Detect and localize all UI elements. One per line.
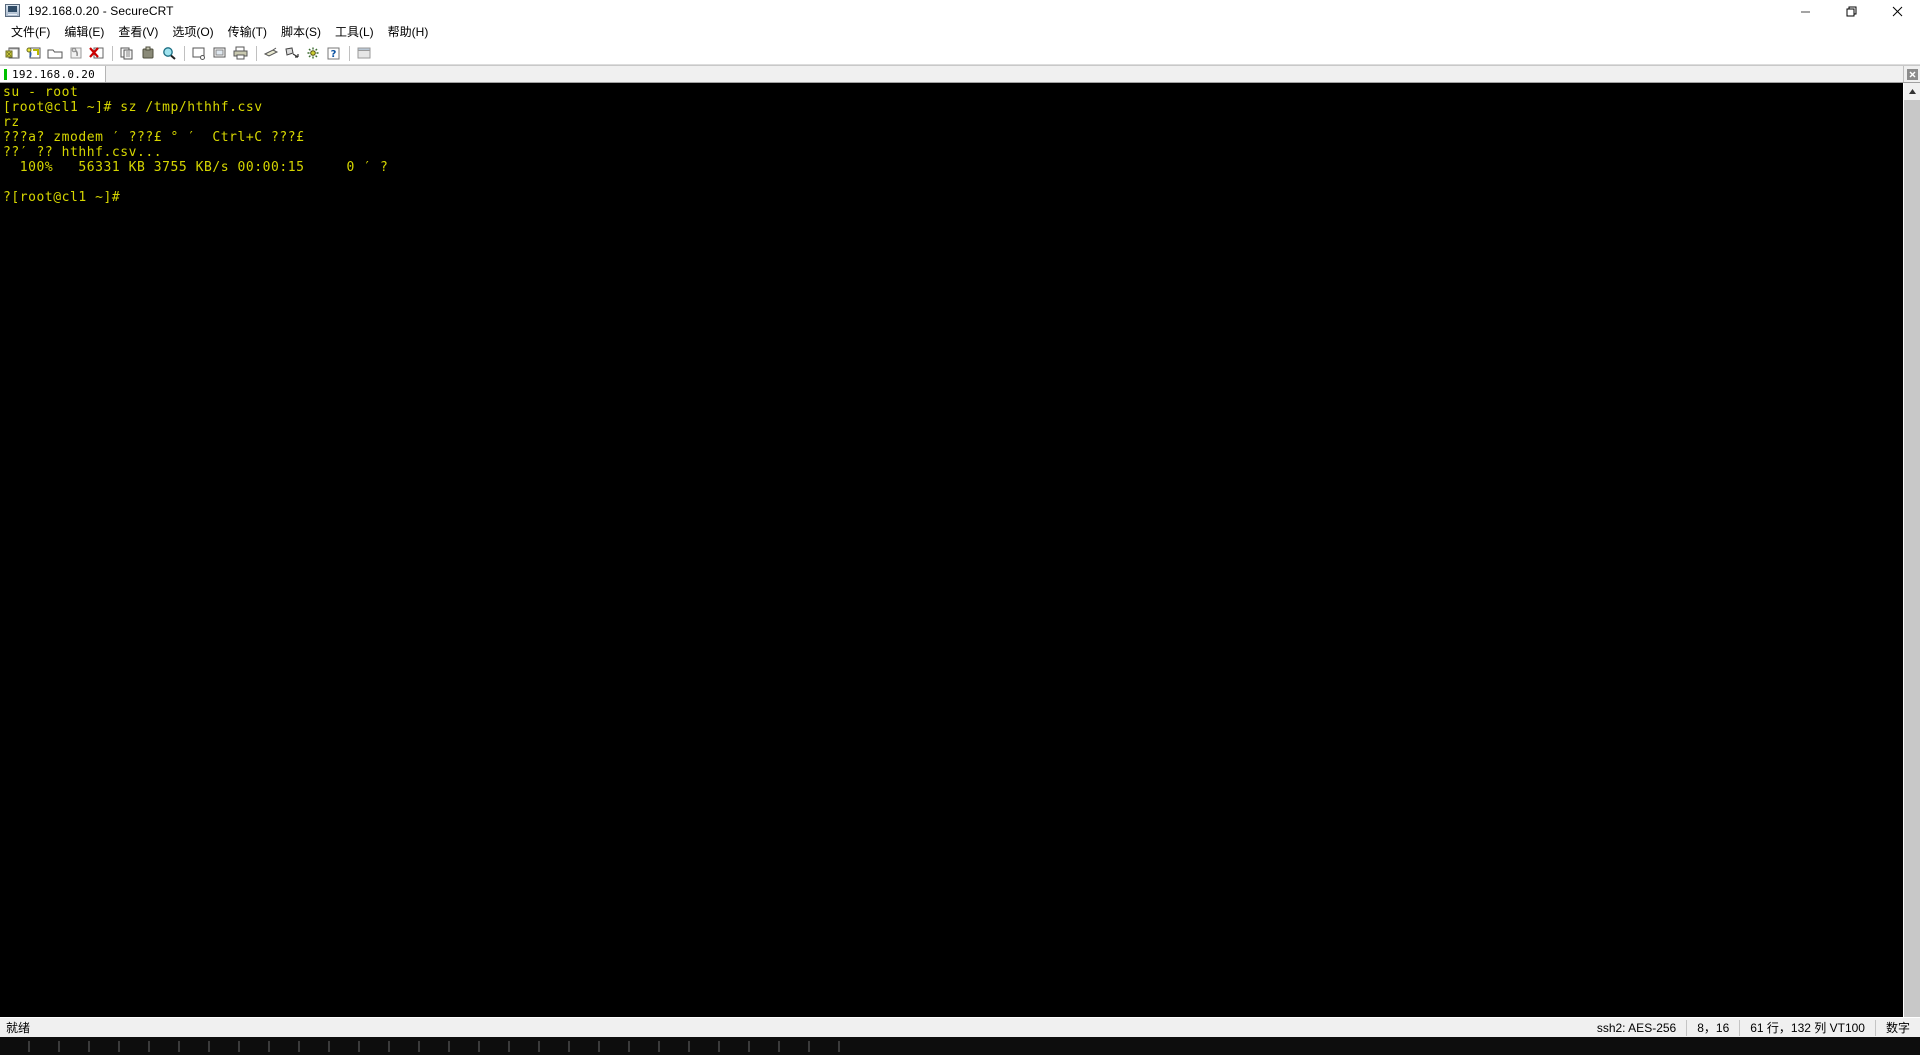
toolbar-separator: [349, 46, 350, 61]
title-bar[interactable]: 192.168.0.20 - SecureCRT: [0, 0, 1920, 22]
toolbar: ?: [0, 43, 1920, 65]
menu-bar: 文件(F) 编辑(E) 查看(V) 选项(O) 传输(T) 脚本(S) 工具(L…: [0, 22, 1920, 43]
taskbar-tick: [478, 1040, 480, 1052]
menu-help[interactable]: 帮助(H): [381, 23, 436, 43]
scrollbar-track[interactable]: [1904, 100, 1920, 1017]
quick-connect-icon[interactable]: [66, 44, 86, 63]
session-tab-bar: 192.168.0.20: [0, 65, 1920, 83]
toolbar-separator: [184, 46, 185, 61]
copy-icon[interactable]: [117, 44, 137, 63]
new-session-icon[interactable]: [3, 44, 23, 63]
menu-script[interactable]: 脚本(S): [274, 23, 328, 43]
find-icon[interactable]: [159, 44, 179, 63]
taskbar-tick: [58, 1040, 60, 1052]
session-tab-label: 192.168.0.20: [12, 67, 96, 81]
taskbar-tick: [448, 1040, 450, 1052]
terminal-line: ???a? zmodem ′ ???£ ° ′ Ctrl+C ???£: [3, 130, 305, 145]
taskbar-tick: [598, 1040, 600, 1052]
taskbar-tick: [838, 1040, 840, 1052]
status-cursor-position: 8，16: [1686, 1019, 1739, 1036]
terminal-scrollbar[interactable]: [1903, 83, 1920, 1017]
tab-status-indicator-icon: [4, 68, 7, 80]
securecrt-app-icon: [5, 3, 21, 19]
window-title: 192.168.0.20 - SecureCRT: [28, 4, 174, 18]
terminal-screen[interactable]: su - root [root@cl1 ~]# sz /tmp/hthhf.cs…: [0, 83, 1903, 1017]
taskbar-tick: [238, 1040, 240, 1052]
taskbar-tick: [718, 1040, 720, 1052]
taskbar-tick: [778, 1040, 780, 1052]
print-icon[interactable]: [231, 44, 251, 63]
status-protocol: ssh2: AES-256: [1596, 1020, 1677, 1035]
taskbar-tick: [508, 1040, 510, 1052]
menu-view[interactable]: 查看(V): [111, 23, 165, 43]
menu-file[interactable]: 文件(F): [4, 23, 57, 43]
print-screen-icon[interactable]: [210, 44, 230, 63]
status-bar: 就绪 ssh2: AES-256 8，16 61 行，132 列 VT100 数…: [0, 1017, 1920, 1037]
menu-edit[interactable]: 编辑(E): [57, 23, 111, 43]
status-ready-text: 就绪: [6, 1021, 31, 1035]
desktop-taskbar-strip: [0, 1037, 1920, 1055]
taskbar-tick: [388, 1040, 390, 1052]
taskbar-tick: [328, 1040, 330, 1052]
close-tab-icon[interactable]: [1903, 66, 1920, 82]
taskbar-tick: [178, 1040, 180, 1052]
menu-tools[interactable]: 工具(L): [328, 23, 381, 43]
open-folder-icon[interactable]: [45, 44, 65, 63]
terminal-area: su - root [root@cl1 ~]# sz /tmp/hthhf.cs…: [0, 83, 1920, 1017]
terminal-line: ??′ ?? hthhf.csv...: [3, 145, 163, 160]
terminal-line: [root@cl1 ~]# sz /tmp/hthhf.csv: [3, 100, 263, 115]
maximize-restore-button[interactable]: [1828, 0, 1874, 22]
disconnect-icon[interactable]: [87, 44, 107, 63]
taskbar-tick: [118, 1040, 120, 1052]
taskbar-tick: [418, 1040, 420, 1052]
taskbar-tick: [658, 1040, 660, 1052]
taskbar-tick: [358, 1040, 360, 1052]
transfer-receive-icon[interactable]: [261, 44, 281, 63]
menu-options[interactable]: 选项(O): [165, 23, 220, 43]
taskbar-tick: [688, 1040, 690, 1052]
connect-icon[interactable]: [24, 44, 44, 63]
session-tab[interactable]: 192.168.0.20: [0, 66, 107, 82]
close-button[interactable]: [1874, 0, 1920, 22]
scroll-up-arrow-icon[interactable]: [1904, 83, 1920, 100]
terminal-window-icon[interactable]: [354, 44, 374, 63]
taskbar-tick: [208, 1040, 210, 1052]
svg-text:?: ?: [331, 49, 337, 60]
taskbar-tick: [88, 1040, 90, 1052]
menu-transfer[interactable]: 传输(T): [221, 23, 274, 43]
toolbar-separator: [112, 46, 113, 61]
status-screen-size: 61 行，132 列 VT100: [1739, 1019, 1875, 1036]
minimize-button[interactable]: [1782, 0, 1828, 22]
paste-icon[interactable]: [138, 44, 158, 63]
taskbar-tick: [268, 1040, 270, 1052]
terminal-line: 100% 56331 KB 3755 KB/s 00:00:15 0 ′ ?: [3, 160, 389, 175]
window-controls: [1782, 0, 1920, 22]
status-keypad-mode: 数字: [1874, 1019, 1920, 1036]
transfer-send-icon[interactable]: [282, 44, 302, 63]
taskbar-tick: [298, 1040, 300, 1052]
taskbar-tick: [748, 1040, 750, 1052]
toolbar-separator: [256, 46, 257, 61]
taskbar-tick: [148, 1040, 150, 1052]
properties-icon[interactable]: [303, 44, 323, 63]
taskbar-tick: [568, 1040, 570, 1052]
terminal-line: rz: [3, 115, 20, 130]
terminal-line: ?[root@cl1 ~]#: [3, 190, 121, 205]
help-icon[interactable]: ?: [324, 44, 344, 63]
tab-bar-empty-area: [106, 66, 1903, 82]
taskbar-tick: [538, 1040, 540, 1052]
taskbar-tick: [628, 1040, 630, 1052]
terminal-line: su - root: [3, 85, 79, 100]
taskbar-tick: [808, 1040, 810, 1052]
log-session-icon[interactable]: [189, 44, 209, 63]
taskbar-tick: [28, 1040, 30, 1052]
